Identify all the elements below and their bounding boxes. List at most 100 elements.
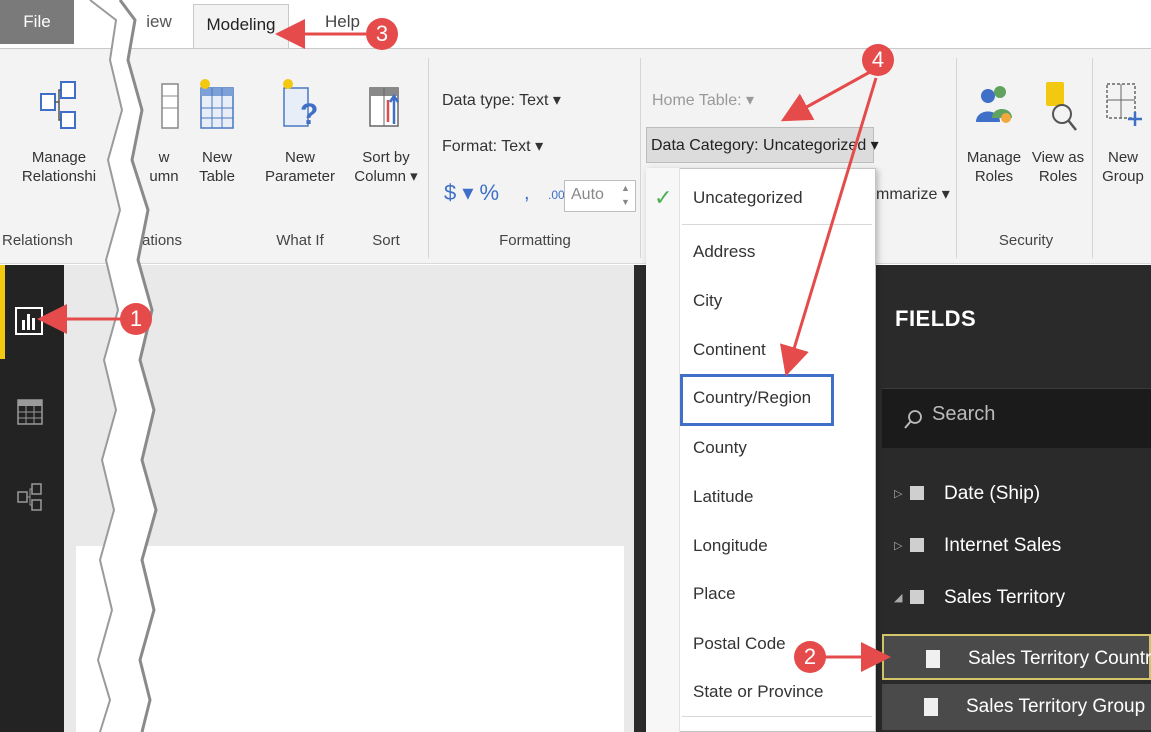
menu-item-uncategorized[interactable]: Uncategorized [693, 188, 803, 208]
ribbon-separator [956, 58, 957, 258]
manage-roles-button[interactable]: Manage Roles [962, 78, 1026, 186]
field-table-label: Sales Territory [944, 587, 1066, 608]
field-column-label: Sales Territory Country [968, 648, 1151, 669]
new-table-button[interactable]: New Table [192, 78, 242, 186]
menu-item-city[interactable]: City [693, 291, 722, 311]
active-view-indicator [0, 265, 5, 359]
format-dropdown[interactable]: Format: Text ▾ [442, 136, 543, 156]
data-view-button[interactable] [16, 398, 44, 431]
new-parameter-icon: ? [283, 79, 318, 131]
field-table-label: Date (Ship) [944, 483, 1041, 504]
expand-icon[interactable]: ▷ [894, 539, 902, 552]
ribbon-separator [640, 58, 641, 258]
annotation-badge-1: 1 [120, 303, 152, 335]
menu-gutter [646, 168, 680, 732]
field-sales-territory-country[interactable]: Sales Territory Country [882, 634, 1151, 680]
new-table-label-1: New [201, 149, 232, 166]
annotation-badge-3: 3 [366, 18, 398, 50]
menu-item-postal-code[interactable]: Postal Code [693, 634, 786, 654]
manage-roles-label-2: Roles [974, 168, 1014, 185]
group-label-what-if: What If [276, 232, 324, 249]
view-as-roles-label-2: Roles [1038, 168, 1078, 185]
fields-search-input[interactable] [882, 388, 1151, 448]
annotation-badge-2: 2 [794, 641, 826, 673]
group-label-security: Security [998, 232, 1054, 249]
field-table-sales-territory[interactable]: ◢ Sales Territory [882, 574, 1151, 623]
data-type-dropdown[interactable]: Data type: Text ▾ [442, 90, 561, 110]
sort-by-column-label-2: Column ▾ [354, 168, 418, 185]
new-table-label-2: Table [199, 168, 235, 185]
decimal-auto-spinner[interactable]: Auto ▲ ▼ [564, 180, 636, 212]
field-checkbox[interactable] [926, 650, 940, 668]
field-table-date-ship[interactable]: ▷ Date (Ship) [882, 470, 1151, 519]
menu-item-state-or-province[interactable]: State or Province [693, 682, 823, 702]
collapse-icon[interactable]: ◢ [894, 591, 902, 604]
menu-item-longitude[interactable]: Longitude [693, 536, 768, 556]
menu-item-address[interactable]: Address [693, 242, 755, 262]
field-sales-territory-group[interactable]: Sales Territory Group [882, 684, 1151, 730]
new-parameter-label-2: Parameter [264, 168, 336, 185]
torn-edge-decoration [89, 0, 158, 732]
relationships-icon [40, 81, 76, 129]
summarize-dropdown[interactable]: mmarize ▾ [876, 184, 950, 204]
data-category-label: Data Category: Uncategorized ▾ [651, 137, 879, 154]
group-label-formatting: Formatting [499, 232, 571, 249]
menu-item-continent[interactable]: Continent [693, 340, 766, 360]
decimal-places-button[interactable]: .00 [548, 188, 565, 202]
ribbon-separator [1092, 58, 1093, 258]
country-region-highlight [680, 374, 834, 426]
svg-text:?: ? [300, 98, 318, 131]
comma-button[interactable]: , [524, 182, 530, 205]
model-view-button[interactable] [16, 482, 44, 517]
ribbon-separator [428, 58, 429, 258]
menu-item-latitude[interactable]: Latitude [693, 487, 754, 507]
annotation-badge-4: 4 [862, 44, 894, 76]
field-checkbox[interactable] [924, 698, 938, 716]
sort-by-column-button[interactable]: Sort by Column ▾ [350, 78, 422, 186]
auto-value: Auto [571, 186, 604, 203]
tab-help[interactable]: Help [325, 0, 365, 44]
menu-item-county[interactable]: County [693, 438, 747, 458]
menu-separator [682, 716, 872, 717]
spinner-down-icon[interactable]: ▼ [621, 197, 630, 207]
data-view-icon [17, 399, 43, 425]
tab-file[interactable]: File [0, 0, 74, 44]
expand-icon[interactable]: ▷ [894, 487, 902, 500]
view-as-roles-label-1: View as [1031, 149, 1085, 166]
currency-percent-buttons[interactable]: $ ▾ % [444, 180, 499, 206]
new-group-button[interactable]: New Group [1098, 78, 1148, 186]
manage-roles-label-1: Manage [966, 149, 1022, 166]
field-table-label: Internet Sales [944, 535, 1062, 556]
new-group-label-1: New [1107, 149, 1138, 166]
report-view-button[interactable] [14, 306, 44, 341]
report-view-icon [15, 307, 43, 335]
model-view-icon [17, 483, 42, 511]
checkmark-icon: ✓ [654, 185, 673, 210]
table-icon [910, 590, 924, 604]
view-as-roles-icon [1046, 82, 1077, 131]
sort-by-column-label-1: Sort by [362, 149, 410, 166]
menu-item-place[interactable]: Place [693, 584, 736, 604]
new-parameter-button[interactable]: ? New Parameter [260, 78, 340, 186]
menu-separator [682, 224, 872, 225]
spinner-up-icon[interactable]: ▲ [621, 183, 630, 193]
pane-divider [634, 265, 646, 732]
table-icon [910, 538, 924, 552]
field-table-internet-sales[interactable]: ▷ Internet Sales [882, 522, 1151, 571]
home-table-dropdown[interactable]: Home Table: ▾ [652, 90, 754, 110]
roles-icon [976, 86, 1012, 123]
table-icon [910, 486, 924, 500]
data-category-dropdown[interactable]: Data Category: Uncategorized ▾ [646, 127, 879, 163]
tab-modeling[interactable]: Modeling [193, 4, 289, 49]
search-icon [904, 410, 922, 429]
view-as-roles-button[interactable]: View as Roles [1028, 78, 1088, 186]
new-group-icon [1106, 83, 1142, 126]
field-column-label: Sales Territory Group [966, 696, 1146, 717]
sort-icon [369, 87, 400, 127]
new-parameter-label-1: New [284, 149, 315, 166]
search-placeholder: Search [932, 403, 996, 425]
group-label-sort: Sort [372, 232, 400, 249]
new-group-label-2: Group [1102, 168, 1144, 185]
fields-title: FIELDS [895, 306, 977, 331]
new-table-icon [200, 79, 234, 129]
